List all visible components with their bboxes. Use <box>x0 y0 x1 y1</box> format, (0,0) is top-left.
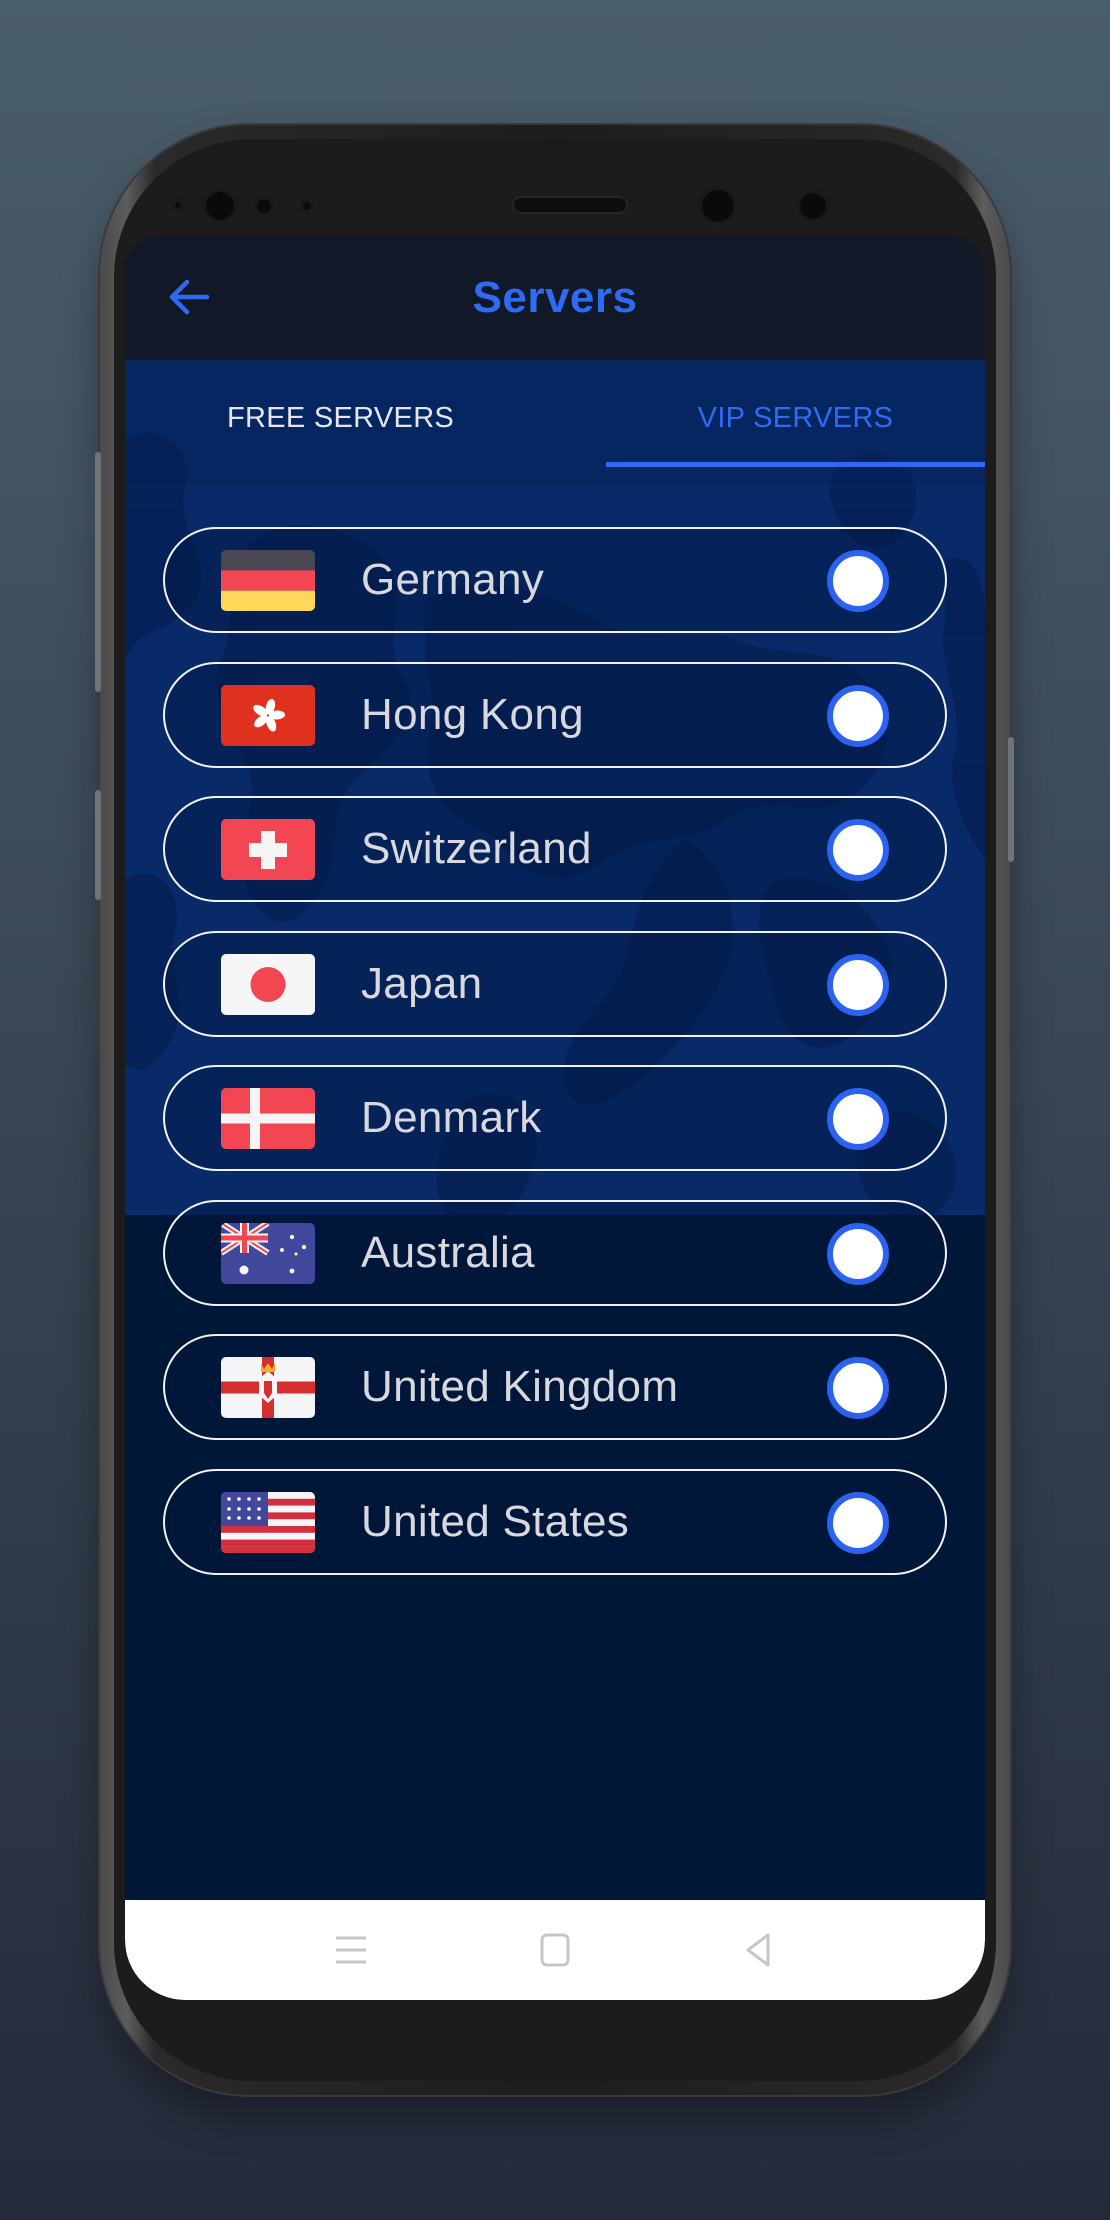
system-back-button[interactable] <box>739 1932 779 1968</box>
arrow-left-icon <box>169 279 210 315</box>
tab-label: FREE SERVERS <box>227 402 455 434</box>
server-select-radio[interactable] <box>827 1222 889 1285</box>
menu-lines-icon <box>336 1936 366 1964</box>
server-select-radio[interactable] <box>827 819 889 881</box>
back-button[interactable] <box>165 273 213 321</box>
square-home-icon <box>540 1933 570 1967</box>
recent-apps-button[interactable] <box>331 1932 371 1968</box>
server-select-radio[interactable] <box>827 684 889 747</box>
app-screen: Servers FREE SERVERS VIP SERVERS Germany <box>125 235 985 2000</box>
power-button <box>1008 737 1014 862</box>
active-tab-indicator <box>606 462 985 467</box>
app-bar: Servers <box>125 235 985 360</box>
volume-up-button <box>95 452 101 692</box>
switzerland-flag-icon <box>221 819 315 880</box>
server-name: Denmark <box>361 1093 542 1142</box>
sensor-dot <box>300 199 314 213</box>
server-name: Japan <box>361 958 483 1008</box>
page-title: Servers <box>472 272 638 322</box>
denmark-flag-icon <box>221 1088 315 1149</box>
australia-flag-icon <box>221 1222 315 1284</box>
sensor-dot <box>172 199 184 211</box>
server-row-hong-kong[interactable]: Hong Kong <box>163 661 947 768</box>
server-select-radio[interactable] <box>827 953 889 1016</box>
tab-label: VIP SERVERS <box>697 402 894 434</box>
tab-vip-servers[interactable]: VIP SERVERS <box>606 360 985 485</box>
earpiece-speaker <box>512 196 628 214</box>
server-name: United States <box>361 1496 630 1546</box>
home-button[interactable] <box>535 1932 575 1968</box>
server-row-united-kingdom[interactable]: United Kingdom <box>163 1334 947 1440</box>
united-states-flag-icon <box>221 1491 315 1553</box>
sensor-dot <box>797 190 829 222</box>
server-row-denmark[interactable]: Denmark <box>163 1065 947 1171</box>
hong-kong-flag-icon <box>221 684 315 746</box>
server-name: Germany <box>361 555 545 604</box>
volume-down-button <box>95 790 101 900</box>
server-name: Australia <box>361 1227 535 1277</box>
triangle-back-icon <box>746 1933 770 1967</box>
server-row-united-states[interactable]: United States <box>163 1468 947 1575</box>
system-nav-bar <box>125 1900 985 2000</box>
server-select-radio[interactable] <box>827 1357 889 1419</box>
sensor-dot <box>254 196 274 216</box>
japan-flag-icon <box>221 953 315 1015</box>
server-row-japan[interactable]: Japan <box>163 930 947 1037</box>
server-list: Germany Hong Kong Switzerland Japan Denm… <box>163 527 947 1603</box>
server-select-radio[interactable] <box>827 1088 889 1150</box>
server-name: Hong Kong <box>361 689 584 739</box>
front-camera-secondary <box>699 187 737 225</box>
server-select-radio[interactable] <box>827 550 889 612</box>
server-row-australia[interactable]: Australia <box>163 1199 947 1306</box>
server-row-germany[interactable]: Germany <box>163 527 947 633</box>
server-tabs: FREE SERVERS VIP SERVERS <box>125 360 985 485</box>
northern-ireland-flag-icon <box>221 1357 315 1418</box>
server-name: United Kingdom <box>361 1362 679 1411</box>
front-camera <box>203 189 237 223</box>
server-row-switzerland[interactable]: Switzerland <box>163 796 947 902</box>
server-select-radio[interactable] <box>827 1491 889 1554</box>
tab-free-servers[interactable]: FREE SERVERS <box>125 360 606 485</box>
germany-flag-icon <box>221 550 315 611</box>
server-name: Switzerland <box>361 824 592 873</box>
